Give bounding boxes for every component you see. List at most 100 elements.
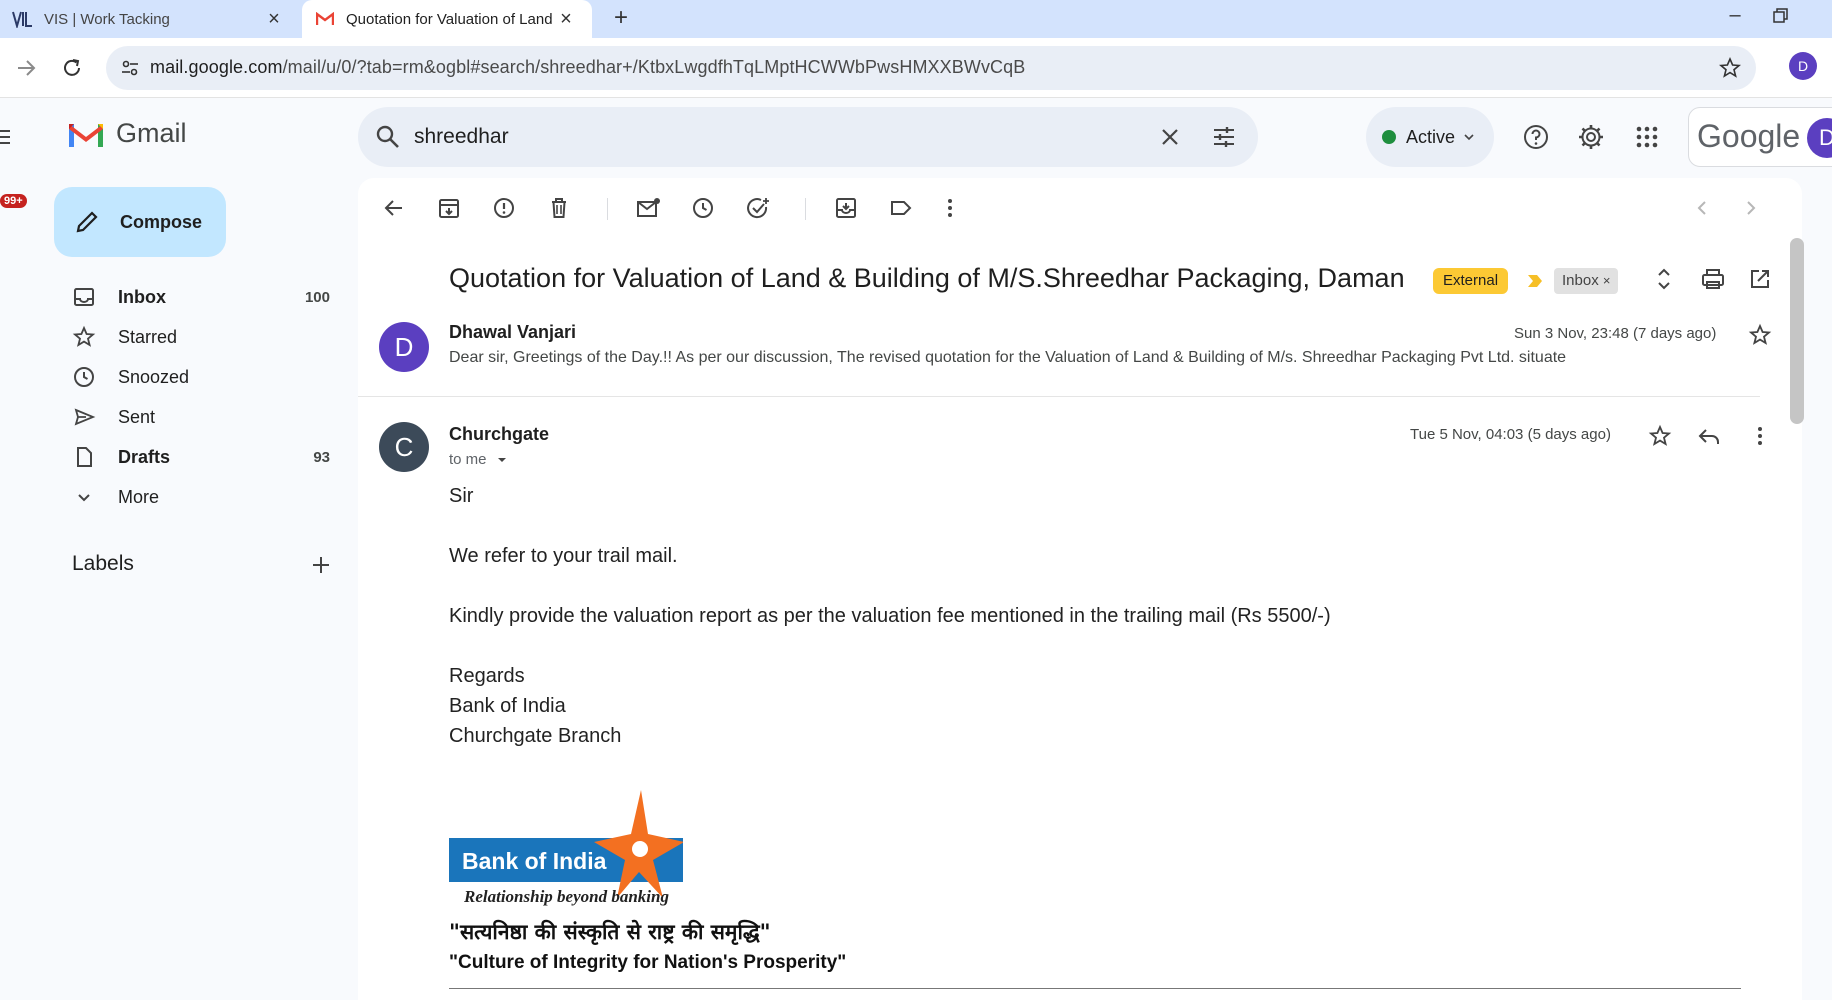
signature-rule [449, 988, 1741, 989]
inbox-count: 100 [304, 288, 330, 306]
new-tab-icon[interactable]: + [606, 4, 636, 34]
reload-icon[interactable] [58, 54, 86, 82]
sender-name[interactable]: Dhawal Vanjari [449, 322, 576, 343]
url-text: mail.google.com/mail/u/0/?tab=rm&ogbl#se… [150, 57, 1026, 77]
thread-subject: Quotation for Valuation of Land & Buildi… [449, 263, 1405, 293]
label-tag-icon[interactable] [887, 194, 915, 222]
add-to-tasks-icon[interactable] [744, 194, 772, 222]
address-bar[interactable]: mail.google.com/mail/u/0/?tab=rm&ogbl#se… [106, 46, 1756, 90]
star-message-icon[interactable] [1746, 321, 1774, 349]
browser-profile-avatar[interactable]: D [1789, 52, 1817, 80]
search-options-icon[interactable] [1210, 123, 1238, 151]
gmail-m-icon [69, 123, 103, 147]
sidebar-item-label: More [118, 486, 160, 507]
more-vertical-icon[interactable] [936, 194, 964, 222]
snooze-clock-icon[interactable] [689, 194, 717, 222]
archive-icon[interactable] [435, 194, 463, 222]
back-arrow-icon[interactable] [380, 194, 408, 222]
labels-heading: Labels [72, 552, 134, 575]
gmail-favicon-icon [314, 10, 336, 28]
browser-tab-vis[interactable]: VIS | Work Tacking × [0, 0, 300, 38]
settings-gear-icon[interactable] [1576, 122, 1606, 152]
report-spam-icon[interactable] [490, 194, 518, 222]
minimize-icon[interactable]: – [1720, 4, 1750, 32]
body-greeting: Sir [449, 485, 474, 507]
important-marker-icon[interactable] [1526, 273, 1544, 289]
remove-label-icon[interactable]: × [1603, 273, 1611, 288]
sidebar-item-sent[interactable]: Sent [72, 399, 342, 435]
browser-tab-gmail[interactable]: Quotation for Valuation of Land × [302, 0, 592, 38]
search-input[interactable] [414, 121, 1094, 153]
older-chevron-right-icon[interactable] [1737, 194, 1765, 222]
google-account-button[interactable]: Google D [1688, 107, 1832, 167]
sidebar-item-more[interactable]: More [72, 479, 342, 515]
clock-icon [74, 367, 94, 387]
help-icon[interactable] [1521, 122, 1551, 152]
message-date: Tue 5 Nov, 04:03 (5 days ago) [1410, 426, 1611, 443]
sender-avatar[interactable]: D [379, 322, 429, 372]
inbox-label-chip[interactable]: Inbox × [1554, 268, 1619, 294]
add-label-icon[interactable] [308, 552, 334, 578]
star-message-icon[interactable] [1646, 422, 1674, 450]
google-apps-icon[interactable] [1632, 122, 1662, 152]
expand-all-icon[interactable] [1650, 265, 1678, 293]
body-branch: Churchgate Branch [449, 725, 622, 747]
caret-down-icon [497, 457, 506, 462]
send-icon [74, 408, 96, 426]
message-snippet[interactable]: Dear sir, Greetings of the Day.!! As per… [449, 349, 1566, 367]
restore-window-icon[interactable] [1770, 6, 1800, 34]
gmail-logo[interactable]: Gmail [66, 118, 187, 149]
body-line-2: Kindly provide the valuation report as p… [449, 605, 1331, 627]
chevron-down-icon [78, 494, 90, 502]
thread-view: Quotation for Valuation of Land & Buildi… [358, 178, 1802, 1000]
apps-rail: 99+ [0, 98, 38, 1000]
reply-arrow-icon[interactable] [1695, 422, 1723, 450]
recipient-details[interactable]: to me [449, 451, 509, 468]
compose-button[interactable]: Compose [54, 187, 226, 257]
browser-toolbar: mail.google.com/mail/u/0/?tab=rm&ogbl#se… [0, 38, 1832, 98]
message-date: Sun 3 Nov, 23:48 (7 days ago) [1514, 325, 1717, 342]
status-dropdown[interactable]: Active [1366, 107, 1494, 167]
star-icon [72, 325, 96, 347]
status-label: Active [1406, 126, 1456, 147]
sender-name[interactable]: Churchgate [449, 424, 549, 445]
message-divider [358, 396, 1760, 397]
message-more-icon[interactable] [1746, 422, 1774, 450]
vis-favicon-icon [12, 10, 34, 28]
google-wordmark: Google [1697, 118, 1801, 154]
newer-chevron-left-icon[interactable] [1688, 194, 1716, 222]
sidebar-item-snoozed[interactable]: Snoozed [72, 359, 342, 395]
bookmark-star-icon[interactable] [1718, 56, 1742, 80]
sidebar-item-label: Snoozed [118, 366, 190, 387]
sidebar-item-drafts[interactable]: Drafts 93 [72, 439, 342, 475]
gmail-wordmark: Gmail [116, 118, 187, 148]
sidebar-item-inbox[interactable]: Inbox 100 [72, 279, 342, 315]
compose-label: Compose [120, 211, 203, 232]
forward-arrow-icon[interactable] [12, 54, 40, 82]
close-tab-icon[interactable]: × [556, 9, 576, 29]
body-line-1: We refer to your trail mail. [449, 545, 678, 567]
sender-avatar[interactable]: C [379, 422, 429, 472]
mark-unread-icon[interactable] [634, 194, 662, 222]
pencil-icon [76, 211, 98, 233]
close-tab-icon[interactable]: × [264, 9, 284, 29]
sidebar-item-label: Inbox [118, 286, 166, 307]
external-badge: External [1433, 268, 1509, 294]
thread-scrollbar[interactable] [1790, 238, 1804, 424]
drafts-count: 93 [313, 448, 330, 466]
search-icon[interactable] [374, 123, 402, 151]
main-menu-icon[interactable] [0, 128, 10, 146]
sidebar-item-label: Starred [118, 326, 178, 347]
move-to-icon[interactable] [832, 194, 860, 222]
side-panel-strip [1814, 178, 1832, 1000]
clear-search-icon[interactable] [1156, 123, 1184, 151]
open-new-window-icon[interactable] [1746, 265, 1774, 293]
print-icon[interactable] [1699, 265, 1727, 293]
tab-title: VIS | Work Tacking [44, 10, 170, 28]
sidebar-item-starred[interactable]: Starred [72, 319, 342, 355]
account-avatar: D [1807, 118, 1832, 158]
english-motto: "Culture of Integrity for Nation's Prosp… [449, 952, 847, 973]
delete-trash-icon[interactable] [545, 194, 573, 222]
site-settings-icon[interactable] [120, 58, 140, 78]
tab-title: Quotation for Valuation of Land [346, 10, 553, 28]
